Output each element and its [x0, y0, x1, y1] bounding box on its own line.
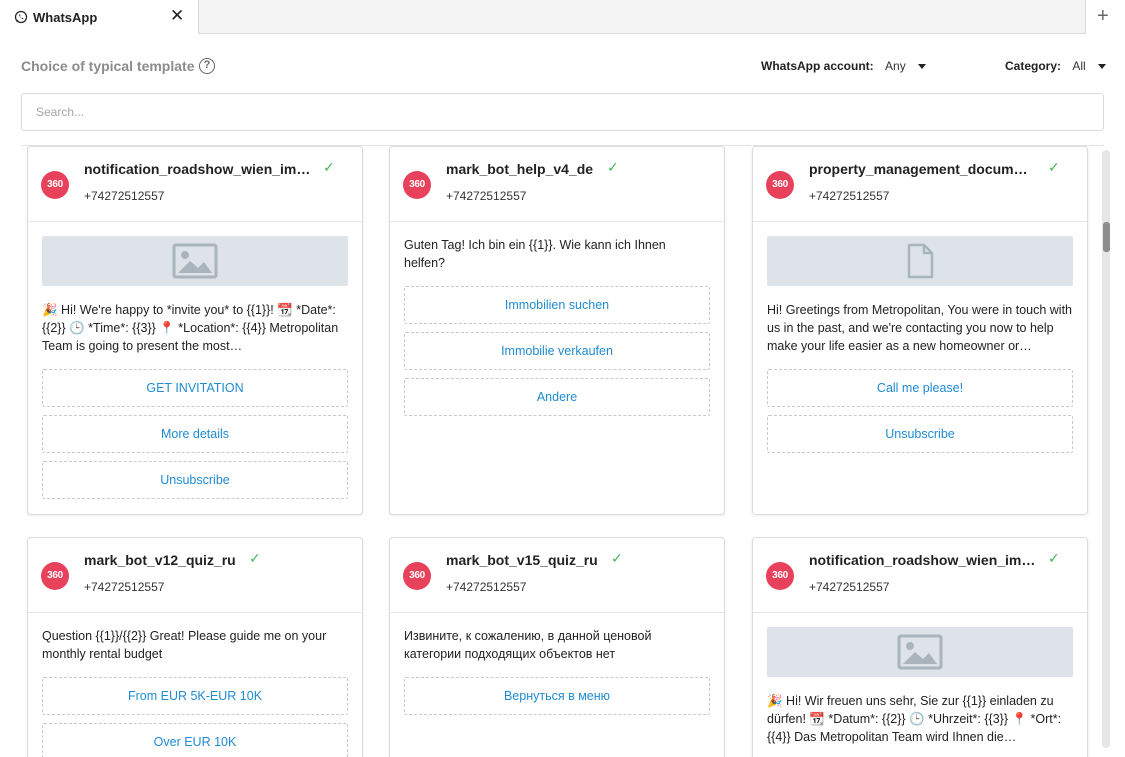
whatsapp-account-filter[interactable]: WhatsApp account: Any	[761, 59, 927, 73]
phone-number: +74272512557	[809, 189, 890, 203]
card-header: 360 mark_bot_v15_quiz_ru ✓ +74272512557	[390, 538, 724, 613]
category-filter[interactable]: Category: All	[1005, 59, 1107, 73]
phone-number: +74272512557	[84, 580, 165, 594]
card-header: 360 notification_roadshow_wien_im… ✓ +74…	[28, 147, 362, 222]
template-card[interactable]: 360 mark_bot_help_v4_de ✓ +74272512557 G…	[389, 146, 725, 515]
template-name: notification_roadshow_wien_im…	[84, 161, 311, 177]
check-icon: ✓	[1048, 159, 1060, 175]
template-message: 🎉 Hi! We're happy to *invite you* to {{1…	[42, 303, 339, 353]
card-header: 360 property_management_docum… ✓ +742725…	[753, 147, 1087, 222]
chevron-down-icon[interactable]	[1098, 64, 1107, 70]
check-icon: ✓	[1048, 550, 1060, 566]
add-tab-icon[interactable]: +	[1097, 5, 1109, 27]
document-placeholder	[767, 236, 1073, 286]
phone-number: +74272512557	[446, 580, 527, 594]
template-list[interactable]: 360 notification_roadshow_wien_im… ✓ +74…	[0, 146, 1125, 757]
template-message: Question {{1}}/{{2}} Great! Please guide…	[42, 629, 327, 661]
search-input[interactable]	[22, 94, 1103, 130]
whatsapp-icon	[14, 10, 28, 24]
category-filter-value[interactable]: All	[1072, 59, 1085, 73]
template-card[interactable]: 360 mark_bot_v15_quiz_ru ✓ +74272512557 …	[389, 537, 725, 757]
provider-logo-icon: 360	[403, 562, 431, 590]
template-button[interactable]: Immobilie verkaufen	[404, 332, 710, 370]
provider-logo-icon: 360	[41, 171, 69, 199]
template-button[interactable]: From EUR 5K-EUR 10K	[42, 677, 348, 715]
check-icon: ✓	[249, 550, 261, 566]
check-icon: ✓	[607, 159, 619, 175]
template-card[interactable]: 360 mark_bot_v12_quiz_ru ✓ +74272512557 …	[27, 537, 363, 757]
close-icon[interactable]: ✕	[170, 6, 184, 26]
chevron-down-icon[interactable]	[918, 64, 927, 70]
category-filter-label: Category:	[1005, 59, 1062, 73]
provider-logo-icon: 360	[766, 562, 794, 590]
page-title: Choice of typical template	[21, 58, 195, 74]
template-message: 🎉 Hi! Wir freuen uns sehr, Sie zur {{1}}…	[767, 694, 1062, 744]
template-name: notification_roadshow_wien_im…	[809, 552, 1036, 568]
template-name: property_management_docum…	[809, 161, 1028, 177]
image-placeholder	[42, 236, 348, 286]
tab-bar: WhatsApp ✕ +	[0, 0, 1125, 34]
template-card[interactable]: 360 notification_roadshow_wien_im… ✓ +74…	[752, 537, 1088, 757]
card-header: 360 notification_roadshow_wien_im… ✓ +74…	[753, 538, 1087, 613]
image-placeholder	[767, 627, 1073, 677]
template-button[interactable]: Immobilien suchen	[404, 286, 710, 324]
tab-title: WhatsApp	[33, 10, 98, 25]
template-button[interactable]: Over EUR 10K	[42, 723, 348, 757]
template-button[interactable]: Unsubscribe	[767, 415, 1073, 453]
template-card[interactable]: 360 notification_roadshow_wien_im… ✓ +74…	[27, 146, 363, 515]
template-name: mark_bot_v15_quiz_ru	[446, 552, 598, 568]
card-header: 360 mark_bot_v12_quiz_ru ✓ +74272512557	[28, 538, 362, 613]
template-button[interactable]: More details	[42, 415, 348, 453]
template-card[interactable]: 360 property_management_docum… ✓ +742725…	[752, 146, 1088, 515]
account-filter-value[interactable]: Any	[885, 59, 906, 73]
account-filter-label: WhatsApp account:	[761, 59, 874, 73]
template-button[interactable]: Unsubscribe	[42, 461, 348, 499]
tab-whatsapp[interactable]: WhatsApp ✕	[0, 0, 199, 34]
template-message: Guten Tag! Ich bin ein {{1}}. Wie kann i…	[404, 238, 666, 270]
template-button[interactable]: Call me please!	[767, 369, 1073, 407]
template-button[interactable]: Вернуться в меню	[404, 677, 710, 715]
help-icon[interactable]: ?	[199, 58, 215, 74]
template-name: mark_bot_help_v4_de	[446, 161, 594, 177]
check-icon: ✓	[323, 159, 335, 175]
template-message: Извините, к сожалению, в данной ценовой …	[404, 629, 652, 661]
provider-logo-icon: 360	[403, 171, 431, 199]
phone-number: +74272512557	[809, 580, 890, 594]
scrollbar-thumb[interactable]	[1103, 222, 1110, 252]
template-name: mark_bot_v12_quiz_ru	[84, 552, 236, 568]
tab-strip	[199, 0, 1086, 34]
document-icon	[907, 243, 934, 279]
check-icon: ✓	[611, 550, 623, 566]
search-box[interactable]	[21, 93, 1104, 131]
phone-number: +74272512557	[84, 189, 165, 203]
phone-number: +74272512557	[446, 189, 527, 203]
template-button[interactable]: Andere	[404, 378, 710, 416]
card-header: 360 mark_bot_help_v4_de ✓ +74272512557	[390, 147, 724, 222]
template-button[interactable]: GET INVITATION	[42, 369, 348, 407]
template-message: Hi! Greetings from Metropolitan, You wer…	[767, 303, 1073, 353]
image-icon	[897, 634, 943, 670]
provider-logo-icon: 360	[766, 171, 794, 199]
provider-logo-icon: 360	[41, 562, 69, 590]
image-icon	[172, 243, 218, 279]
